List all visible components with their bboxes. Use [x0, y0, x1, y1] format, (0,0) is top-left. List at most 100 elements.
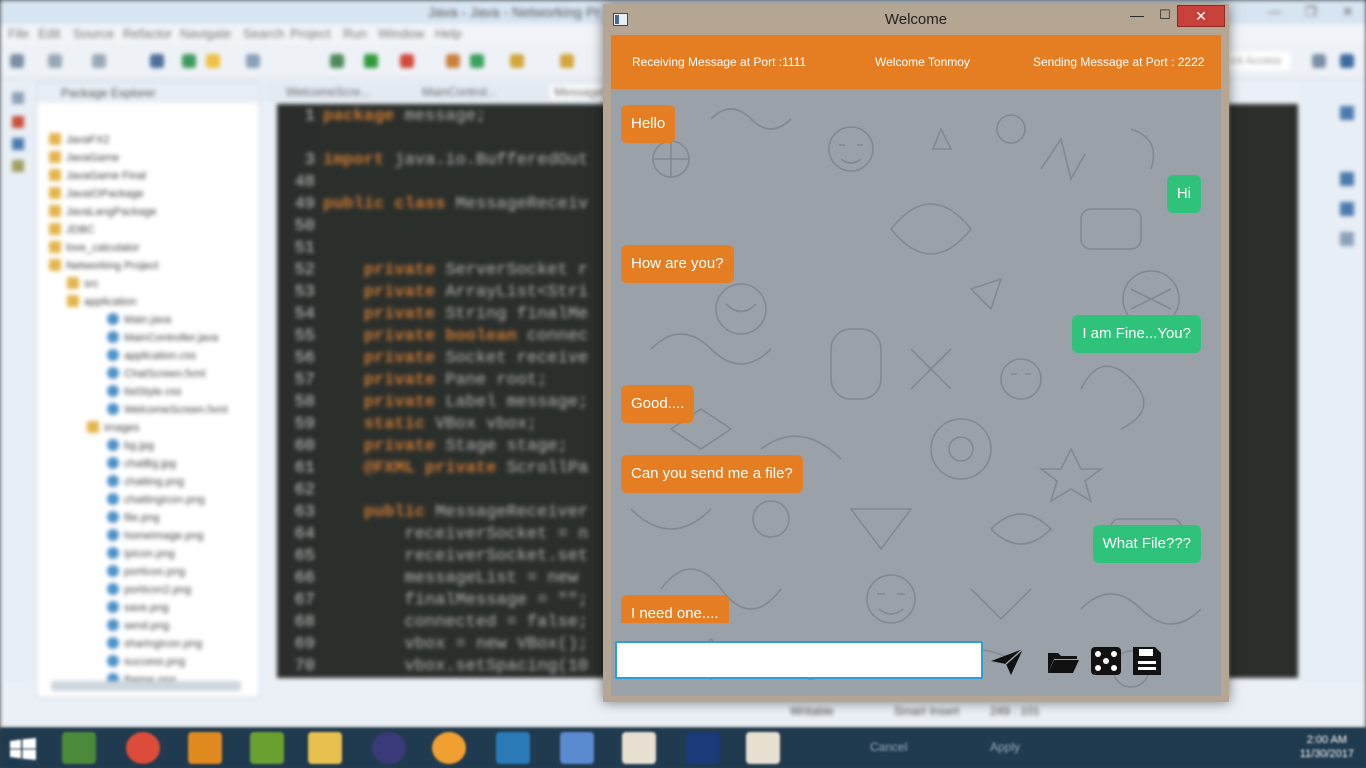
package-tree-item[interactable]: ChatScreen.fxml — [37, 365, 259, 383]
package-tree-item[interactable]: application — [37, 293, 259, 311]
package-tree-item[interactable]: homeImage.png — [37, 527, 259, 545]
code-keyword: import — [323, 151, 385, 170]
message-input[interactable] — [615, 641, 983, 679]
java-perspective-icon[interactable] — [1340, 54, 1354, 68]
chat-window-title-bar[interactable]: Welcome — ☐ ✕ — [603, 4, 1229, 34]
run-icon[interactable] — [364, 54, 378, 68]
package-tree-item[interactable]: MainController.java — [37, 329, 259, 347]
package-tree-item[interactable]: portIcon.png — [37, 563, 259, 581]
system-clock[interactable]: 2:00 AM 11/30/2017 — [1300, 733, 1354, 761]
android-studio-icon[interactable] — [62, 732, 96, 764]
menu-file[interactable]: File — [8, 26, 29, 41]
network-app-icon[interactable] — [496, 732, 530, 764]
package-tree-item[interactable]: success.png — [37, 653, 259, 671]
print-icon[interactable] — [92, 54, 106, 68]
open-type-icon[interactable] — [510, 54, 524, 68]
perspective-icon[interactable] — [1312, 54, 1326, 68]
package-tree-item[interactable]: JavaLangPackage — [37, 203, 259, 221]
package-tree-item[interactable]: JavaGame — [37, 149, 259, 167]
package-explorer-scrollbar[interactable] — [51, 681, 241, 691]
sublime-icon[interactable] — [188, 732, 222, 764]
dice-icon[interactable] — [1089, 645, 1125, 677]
package-tree-item[interactable]: JDBC — [37, 221, 259, 239]
chat-client-area: Receiving Message at Port :1111 Welcome … — [611, 35, 1221, 696]
tab-welcome-screen[interactable]: WelcomeScre... — [286, 85, 370, 99]
chrome-icon[interactable] — [126, 732, 160, 764]
firefox-icon[interactable] — [432, 732, 466, 764]
package-tree-item[interactable]: save.png — [37, 599, 259, 617]
save-icon[interactable] — [48, 54, 62, 68]
package-tree-item[interactable]: Main.java — [37, 311, 259, 329]
open-task-icon[interactable] — [560, 54, 574, 68]
package-tree-item[interactable]: JavaFX2 — [37, 131, 259, 149]
line-number: 53 — [294, 283, 315, 302]
ide-close-button[interactable]: ✕ — [1329, 0, 1366, 20]
menu-run[interactable]: Run — [343, 26, 367, 41]
eclipse-icon[interactable] — [372, 732, 406, 764]
java-running-icon[interactable] — [746, 732, 780, 764]
package-tree-item[interactable]: images — [37, 419, 259, 437]
task-list-icon[interactable] — [1340, 172, 1354, 186]
menu-project[interactable]: Project — [290, 26, 330, 41]
package-tree-item[interactable]: listStyle.css — [37, 383, 259, 401]
highlight-icon[interactable] — [206, 54, 220, 68]
format-icon[interactable] — [246, 54, 260, 68]
java-app-icon[interactable] — [560, 732, 594, 764]
problems-icon[interactable] — [12, 116, 24, 128]
code-editor[interactable]: 1 package message; 3 import java.io.Buffere… — [277, 104, 607, 678]
start-windows-icon[interactable] — [10, 738, 36, 760]
package-tree-item[interactable]: sharingIcon.png — [37, 635, 259, 653]
package-tree-item[interactable]: portIcon2.png — [37, 581, 259, 599]
project-icon — [49, 205, 61, 217]
menu-search[interactable]: Search — [243, 26, 284, 41]
console-icon[interactable] — [12, 138, 24, 150]
ide-maximize-button[interactable]: ❐ — [1293, 0, 1330, 20]
folder-icon[interactable] — [1045, 645, 1081, 677]
package-tree-item[interactable]: bg.jpg — [37, 437, 259, 455]
pointer-icon[interactable] — [150, 54, 164, 68]
package-tree-item[interactable]: JavaGame Final — [37, 167, 259, 185]
menu-source[interactable]: Source — [73, 26, 114, 41]
java-launcher-icon[interactable] — [622, 732, 656, 764]
office-icon[interactable] — [250, 732, 284, 764]
hierarchy-icon[interactable] — [1340, 202, 1354, 216]
menu-edit[interactable]: Edit — [38, 26, 60, 41]
build-icon[interactable] — [330, 54, 344, 68]
tab-main-controller[interactable]: MainControl... — [422, 85, 497, 99]
minimize-button[interactable]: — — [1125, 6, 1149, 26]
package-tree-item[interactable]: love_calculator — [37, 239, 259, 257]
package-tree-item[interactable]: WelcomeScreen.fxml — [37, 401, 259, 419]
package-tree-item[interactable]: application.css — [37, 347, 259, 365]
package-tree-item[interactable]: send.png — [37, 617, 259, 635]
package-tree-item[interactable]: src — [37, 275, 259, 293]
close-button[interactable]: ✕ — [1177, 5, 1225, 27]
tasks-icon[interactable] — [12, 160, 24, 172]
package-tree-item[interactable]: chatBg.jpg — [37, 455, 259, 473]
package-tree-item[interactable]: file.png — [37, 509, 259, 527]
save-icon[interactable] — [1129, 645, 1165, 677]
new-icon[interactable] — [10, 54, 24, 68]
new-package-icon[interactable] — [446, 54, 460, 68]
external-tools-icon[interactable] — [400, 54, 414, 68]
menu-window[interactable]: Window — [378, 26, 424, 41]
photoshop-icon[interactable] — [686, 732, 720, 764]
quick-access-field[interactable]: ick Access — [1226, 52, 1290, 70]
minimize-view-icon[interactable] — [1340, 232, 1354, 246]
restore-icon[interactable] — [12, 92, 24, 104]
package-tree-item[interactable]: JavaIOPackage — [37, 185, 259, 203]
outline-icon[interactable] — [1340, 106, 1354, 120]
ide-minimize-button[interactable]: — — [1256, 0, 1293, 20]
maximize-button[interactable]: ☐ — [1153, 6, 1177, 26]
package-tree-item[interactable]: chatting.png — [37, 473, 259, 491]
menu-refactor[interactable]: Refactor — [123, 26, 172, 41]
message-list[interactable]: Hello Hi How are you? I am Fine...You? G… — [611, 89, 1221, 623]
package-tree-item[interactable]: ipIcon.png — [37, 545, 259, 563]
package-tree-item[interactable]: Networking Project — [37, 257, 259, 275]
send-icon[interactable] — [989, 645, 1025, 677]
package-tree-item[interactable]: chattingIcon.png — [37, 491, 259, 509]
debug-icon[interactable] — [182, 54, 196, 68]
new-class-icon[interactable] — [470, 54, 484, 68]
menu-help[interactable]: Help — [435, 26, 462, 41]
menu-navigate[interactable]: Navigate — [180, 26, 231, 41]
file-explorer-icon[interactable] — [308, 732, 342, 764]
